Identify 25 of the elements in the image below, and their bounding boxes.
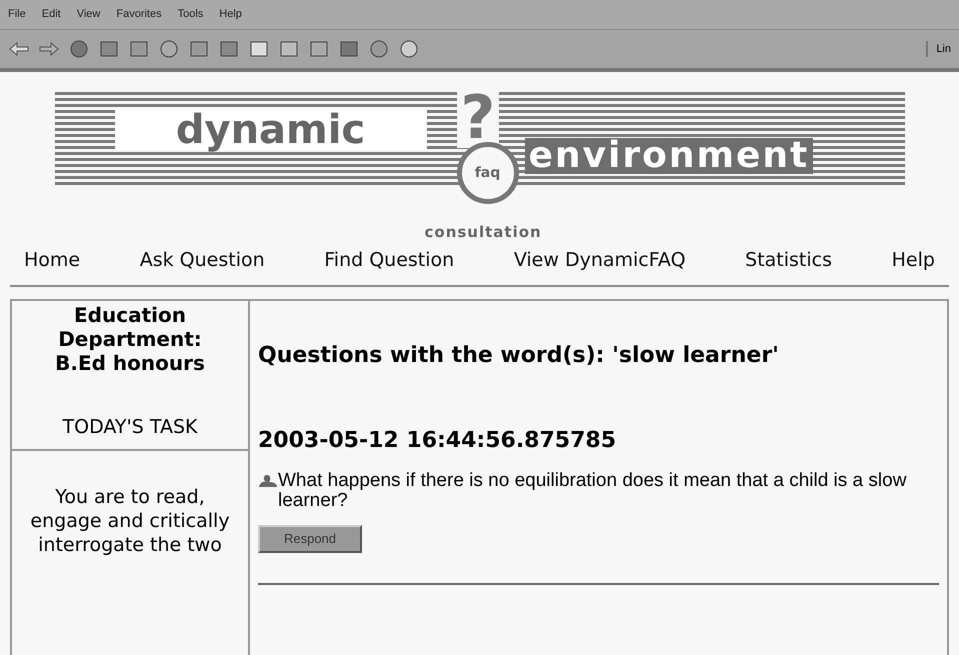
task-heading: TODAY'S TASK <box>12 412 248 451</box>
respond-button[interactable]: Respond <box>258 524 362 552</box>
menu-item[interactable]: File <box>8 6 26 23</box>
logo-word: environment <box>524 138 814 174</box>
task-text: You are to read, engage and critically interrogate the two <box>29 485 231 557</box>
menu-item[interactable]: View <box>76 6 100 23</box>
question-text: What happens if there is no equilibration does it mean that a child is a slow learner? <box>278 470 908 510</box>
links-label[interactable]: Lin <box>926 40 951 58</box>
nav-link[interactable]: Find Question <box>324 246 454 274</box>
department-title: Education Department: B.Ed honours <box>54 302 206 374</box>
nav-link[interactable]: Home <box>24 246 80 274</box>
menu-item[interactable]: Favorites <box>116 6 162 23</box>
nav-link[interactable]: Ask Question <box>140 246 265 274</box>
nav-link[interactable]: Statistics <box>745 246 832 274</box>
logo-caption: consultation <box>424 222 542 243</box>
faq-badge: faq <box>456 142 518 204</box>
person-icon <box>258 474 278 488</box>
results-heading: Questions with the word(s): 'slow learner' <box>258 342 780 370</box>
logo-word: dynamic <box>114 110 426 150</box>
timestamp: 2003-05-12 16:44:56.875785 <box>258 426 618 454</box>
nav-link[interactable]: View DynamicFAQ <box>514 246 686 274</box>
nav-link[interactable]: Help <box>892 246 935 274</box>
menu-item[interactable]: Edit <box>42 6 61 23</box>
menu-item[interactable]: Help <box>219 6 242 23</box>
menu-item[interactable]: Tools <box>178 6 204 23</box>
